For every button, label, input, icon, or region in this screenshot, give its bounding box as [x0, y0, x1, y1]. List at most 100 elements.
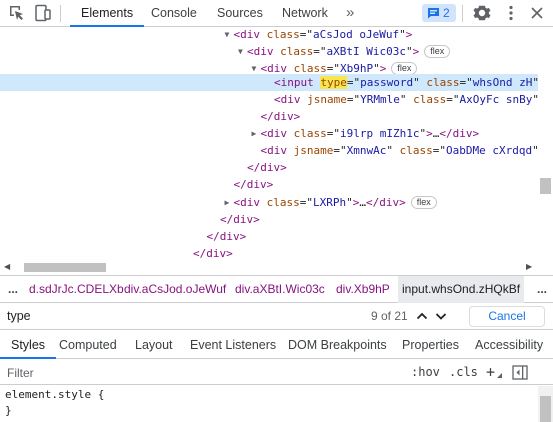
attribute-quote: " — [346, 196, 353, 209]
tab-sources[interactable]: Sources — [217, 0, 263, 27]
styles-vertical-scrollbar[interactable] — [538, 386, 553, 422]
dom-node[interactable]: ▶ <div class="i9lrp mIZh1c">…</div> — [0, 125, 538, 142]
breadcrumb-item[interactable]: d.sdJrJc.CDELXb — [29, 276, 124, 303]
dom-tree-vertical-scrollbar[interactable] — [538, 27, 553, 261]
hover-state-toggle[interactable]: :hov — [411, 360, 440, 385]
dom-node[interactable]: </div> — [0, 108, 538, 125]
more-options-icon[interactable] — [502, 4, 520, 22]
collapse-triangle-icon[interactable]: ▼ — [238, 43, 246, 60]
message-icon — [428, 8, 439, 19]
attribute-name: jsname — [307, 93, 347, 106]
attribute-equals: =" — [313, 45, 327, 58]
styles-filter-bar: :hov .cls + — [0, 360, 553, 385]
collapse-triangle-icon[interactable]: ▼ — [225, 27, 233, 43]
dom-node[interactable]: </div> — [0, 176, 538, 193]
dom-node[interactable]: ▶ <div class="LXRPh">…</div> flex — [0, 194, 538, 211]
tab-layout[interactable]: Layout — [135, 331, 173, 359]
breadcrumb-item[interactable]: div.aXBtI.Wic03c — [235, 276, 325, 303]
tab-properties[interactable]: Properties — [402, 331, 459, 359]
attribute-quote: " — [386, 144, 393, 157]
device-toolbar-icon[interactable] — [33, 4, 51, 22]
styles-pane: element.style { } — [0, 386, 538, 422]
attribute-equals: =" — [459, 76, 473, 89]
toggle-sidebar-icon[interactable] — [512, 365, 528, 380]
dom-node[interactable]: </div> — [0, 159, 538, 176]
dom-node-selected[interactable]: <input type="password" class="whsOnd zH" — [0, 74, 538, 91]
attribute-name: class — [399, 144, 433, 157]
flex-badge[interactable]: flex — [424, 45, 451, 58]
breadcrumb-overflow-right[interactable]: ... — [537, 276, 547, 303]
tab-dom-breakpoints[interactable]: DOM Breakpoints — [288, 331, 387, 359]
attribute-name: jsname — [293, 144, 334, 157]
breadcrumb-item[interactable]: div.aCsJod.oJeWuf — [124, 276, 226, 303]
dom-node-markup: <div jsname="XmnwAc" class="OabDMe cXrdq… — [261, 142, 539, 159]
new-style-rule-button[interactable]: + — [486, 360, 495, 385]
tab-console[interactable]: Console — [151, 0, 197, 27]
breadcrumb: ... d.sdJrJc.CDELXb div.aCsJod.oJeWuf di… — [0, 275, 553, 303]
attribute-quote: " — [399, 93, 407, 106]
tag-name: <div — [233, 28, 261, 41]
dom-node-markup: </div> — [234, 176, 274, 193]
flex-badge[interactable]: flex — [410, 196, 437, 209]
attribute-value: whsOnd zH — [472, 76, 533, 89]
chevron-up-icon[interactable] — [414, 306, 430, 326]
tab-event-listeners[interactable]: Event Listeners — [190, 331, 276, 359]
attribute-equals: =" — [346, 93, 361, 106]
expand-triangle-icon[interactable]: ▶ — [252, 125, 260, 142]
inspect-element-icon[interactable] — [8, 4, 26, 22]
breadcrumb-overflow[interactable]: ... — [8, 276, 18, 303]
tag-bracket: > — [426, 127, 433, 140]
search-match-count: 9 of 21 — [371, 309, 408, 323]
chevron-down-icon[interactable] — [433, 306, 449, 326]
dom-node-markup: <div class="aXBtI Wic03c"> flex — [247, 43, 451, 60]
expand-triangle-icon[interactable]: ▶ — [225, 194, 233, 211]
attribute-name: class — [413, 93, 447, 106]
dom-node-markup: <input type="password" class="whsOnd zH" — [274, 74, 538, 91]
tag-name: <div — [260, 144, 288, 157]
attribute-name: class — [266, 196, 300, 209]
filter-input[interactable] — [7, 363, 387, 382]
tag-bracket: > — [412, 45, 420, 58]
dom-node[interactable]: <div jsname="YRMmle" class="AxOyFc snBy" — [0, 91, 538, 108]
close-icon[interactable] — [528, 4, 546, 22]
dom-tree-horizontal-scrollbar[interactable]: ◀ ▶ — [0, 261, 553, 274]
tag-name: <div — [274, 93, 301, 106]
dom-node[interactable]: <div jsname="XmnwAc" class="OabDMe cXrdq… — [0, 142, 539, 159]
dom-node-markup: </div> — [207, 228, 247, 245]
breadcrumb-item[interactable]: div.Xb9hP — [336, 276, 390, 303]
scroll-left-arrow-icon[interactable]: ◀ — [4, 262, 10, 271]
scrollbar-thumb[interactable] — [540, 178, 551, 194]
attribute-name: type — [320, 76, 347, 89]
closing-tag: </div> — [206, 230, 247, 243]
dom-node[interactable]: ▼ <div class="aXBtI Wic03c"> flex — [0, 43, 538, 60]
class-toggle[interactable]: .cls — [449, 360, 478, 385]
attribute-value: YRMmle — [360, 93, 400, 106]
scrollbar-thumb[interactable] — [540, 396, 551, 422]
dom-node[interactable]: </div> — [0, 245, 538, 261]
dom-node[interactable]: ▼ <div class="aCsJod oJeWuf"> — [0, 27, 538, 43]
scroll-right-arrow-icon[interactable]: ▶ — [526, 262, 532, 271]
attribute-quote: " — [413, 76, 420, 89]
dom-node[interactable]: </div> — [0, 211, 538, 228]
dom-tree[interactable]: ▼ <div class="aCsJod oJeWuf"> ▼ <div class=… — [0, 27, 538, 261]
breadcrumb-item-selected[interactable]: input.whsOnd.zHQkBf — [398, 276, 525, 303]
gear-icon[interactable] — [473, 4, 491, 22]
more-tabs-button[interactable]: » — [346, 0, 354, 27]
cancel-button[interactable]: Cancel — [469, 306, 545, 327]
tab-network[interactable]: Network — [282, 0, 328, 27]
tab-styles[interactable]: Styles — [0, 331, 57, 359]
issues-badge[interactable]: 2 — [422, 4, 456, 22]
dom-node[interactable]: </div> — [0, 228, 538, 245]
attribute-name: class — [426, 76, 460, 89]
search-input[interactable] — [7, 306, 337, 326]
tab-elements[interactable]: Elements — [70, 0, 145, 27]
dom-node-markup: </div> — [261, 108, 301, 125]
attribute-value: aXBtI Wic03c — [326, 45, 406, 58]
scrollbar-thumb[interactable] — [24, 263, 106, 272]
tab-accessibility[interactable]: Accessibility — [475, 331, 543, 359]
tag-bracket: > — [405, 28, 413, 41]
attribute-quote: " — [399, 28, 406, 41]
element-style-rule[interactable]: element.style { — [5, 387, 104, 403]
tab-computed[interactable]: Computed — [59, 331, 117, 359]
attribute-equals: =" — [299, 196, 313, 209]
